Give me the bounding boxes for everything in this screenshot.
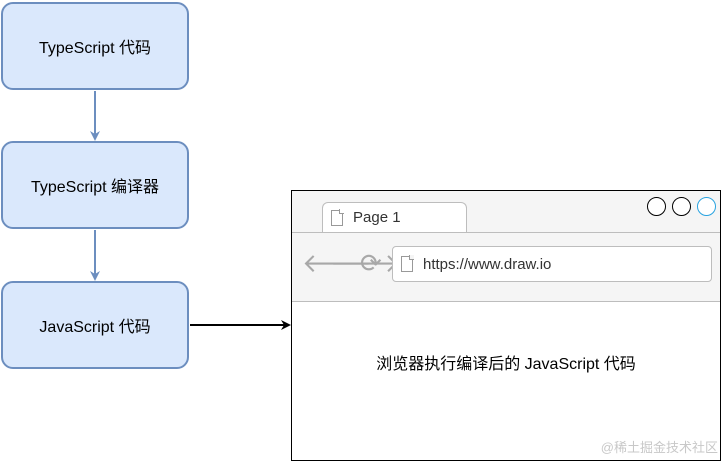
browser-tab[interactable]: Page 1 xyxy=(322,202,467,232)
browser-chrome: Page 1 🡐 🡒 ⟳ https://www.draw.io xyxy=(292,191,720,302)
node-javascript-code[interactable]: JavaScript 代码 xyxy=(1,281,189,369)
node-label: TypeScript 代码 xyxy=(38,40,152,57)
diagram-canvas: TypeScript 代码 TypeScript 编译器 JavaScript … xyxy=(0,0,722,462)
watermark: @稀土掘金技术社区 xyxy=(600,440,718,455)
window-control-circle[interactable] xyxy=(647,197,666,216)
browser-body-text: 浏览器执行编译后的 JavaScript 代码 xyxy=(376,356,636,373)
window-control-circle-blue[interactable] xyxy=(697,197,716,216)
document-icon xyxy=(331,208,344,226)
node-typescript-code[interactable]: TypeScript 代码 xyxy=(1,2,189,90)
document-icon xyxy=(401,255,414,272)
tab-divider xyxy=(292,232,720,233)
node-label: JavaScript 代码 xyxy=(39,319,151,336)
address-bar[interactable]: https://www.draw.io xyxy=(392,246,712,282)
window-control-circle[interactable] xyxy=(672,197,691,216)
node-typescript-compiler[interactable]: TypeScript 编译器 xyxy=(1,141,189,229)
browser-window[interactable]: Page 1 🡐 🡒 ⟳ https://www.draw.io 浏览器执行编译… xyxy=(291,190,721,461)
tab-label: Page 1 xyxy=(353,209,401,226)
node-label: TypeScript 编译器 xyxy=(30,179,160,196)
reload-icon[interactable]: ⟳ xyxy=(360,251,382,277)
url-text: https://www.draw.io xyxy=(423,255,552,273)
